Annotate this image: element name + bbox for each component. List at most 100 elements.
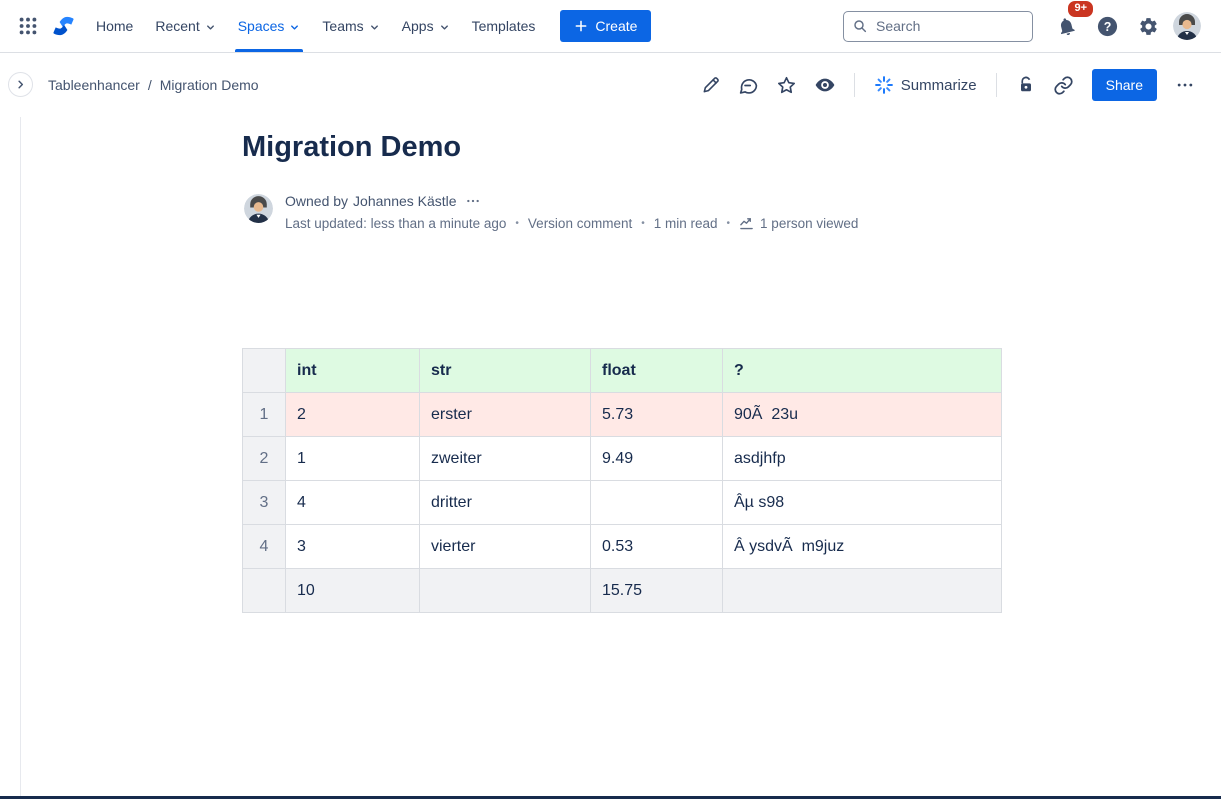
table-cell: 2 (286, 393, 420, 437)
chevron-down-icon (289, 22, 300, 33)
page-toolbar: Tableenhancer / Migration Demo (0, 53, 1221, 117)
table-row: 3 4 dritter Âµ s98 (243, 481, 1002, 525)
nav-item-templates[interactable]: Templates (461, 0, 547, 52)
table-cell: vierter (420, 525, 591, 569)
table-cell: dritter (420, 481, 591, 525)
owner-more-button[interactable] (466, 194, 480, 208)
table-cell: Â ysdvÃ m9juz (723, 525, 1002, 569)
star-icon (776, 75, 797, 96)
nav-item-label: Recent (155, 18, 199, 34)
owned-by-label: Owned by (285, 193, 348, 209)
search-box (843, 11, 1033, 42)
notifications-button[interactable]: 9+ (1050, 10, 1082, 42)
chevron-down-icon (369, 22, 380, 33)
create-button-label: Create (595, 18, 637, 34)
table-row: 4 3 vierter 0.53 Â ysdvÃ m9juz (243, 525, 1002, 569)
breadcrumb-separator: / (148, 77, 152, 93)
unlock-icon (1016, 75, 1036, 95)
table-cell (591, 481, 723, 525)
search-input[interactable] (843, 11, 1033, 42)
table-cell: 4 (286, 481, 420, 525)
summarize-button[interactable]: Summarize (868, 69, 983, 101)
row-number (243, 569, 286, 613)
comment-button[interactable] (733, 69, 765, 101)
table-header-row: int str float ? (243, 349, 1002, 393)
plus-icon (574, 19, 588, 33)
version-comment-text: Version comment (528, 216, 632, 231)
table-cell: 10 (286, 569, 420, 613)
restrictions-button[interactable] (1010, 69, 1042, 101)
table-cell: zweiter (420, 437, 591, 481)
analytics-views[interactable]: 1 person viewed (739, 216, 858, 231)
more-actions-button[interactable] (1169, 69, 1201, 101)
top-navigation: Home Recent Spaces Teams (0, 0, 1221, 53)
analytics-chart-icon (739, 216, 754, 231)
table-cell: erster (420, 393, 591, 437)
table-summary-row: 10 15.75 (243, 569, 1002, 613)
copy-link-button[interactable] (1048, 69, 1080, 101)
question-icon: ? (1096, 15, 1119, 38)
ellipsis-icon (1175, 75, 1195, 95)
notifications-badge: 9+ (1066, 0, 1095, 19)
row-number: 2 (243, 437, 286, 481)
user-avatar[interactable] (1173, 12, 1201, 40)
settings-button[interactable] (1132, 10, 1164, 42)
page-actions: Summarize (695, 69, 1201, 101)
read-time-text: 1 min read (654, 216, 718, 231)
byline-text: Owned by Johannes Kästle Last updated: l… (285, 194, 858, 231)
nav-item-label: Apps (402, 18, 434, 34)
app-switcher-icon[interactable] (12, 10, 44, 42)
chevron-down-icon (205, 22, 216, 33)
nav-right: 9+ ? (843, 10, 1201, 42)
ai-sparkle-icon (874, 75, 894, 95)
edit-button[interactable] (695, 69, 727, 101)
watch-button[interactable] (809, 69, 841, 101)
breadcrumb-space-link[interactable]: Tableenhancer (48, 77, 140, 93)
row-number: 3 (243, 481, 286, 525)
table-row: 1 2 erster 5.73 90Ã 23u (243, 393, 1002, 437)
comment-icon (738, 75, 759, 96)
table-cell (420, 569, 591, 613)
table-cell: 90Ã 23u (723, 393, 1002, 437)
chevron-down-icon (439, 22, 450, 33)
summarize-label: Summarize (901, 77, 977, 94)
nav-item-label: Spaces (238, 18, 285, 34)
nav-item-recent[interactable]: Recent (144, 0, 226, 52)
table-cell: asdjhfp (723, 437, 1002, 481)
confluence-logo-icon[interactable] (50, 13, 77, 39)
nav-item-label: Home (96, 18, 133, 34)
row-number: 1 (243, 393, 286, 437)
byline: Owned by Johannes Kästle Last updated: l… (244, 194, 858, 231)
star-button[interactable] (771, 69, 803, 101)
help-button[interactable]: ? (1091, 10, 1123, 42)
create-button[interactable]: Create (560, 10, 651, 42)
last-updated-text: Last updated: less than a minute ago (285, 216, 506, 231)
meta-separator: • (515, 218, 519, 229)
table-cell: 0.53 (591, 525, 723, 569)
table-cell: Âµ s98 (723, 481, 1002, 525)
page-title: Migration Demo (242, 131, 461, 164)
pencil-icon (701, 75, 721, 95)
nav-item-spaces[interactable]: Spaces (227, 0, 312, 52)
content-table: int str float ? 1 2 erster 5.73 90Ã 23u … (242, 348, 1002, 613)
nav-item-label: Teams (322, 18, 363, 34)
views-text: 1 person viewed (760, 216, 858, 231)
nav-item-home[interactable]: Home (85, 0, 144, 52)
breadcrumb: Tableenhancer / Migration Demo (48, 77, 259, 93)
nav-item-label: Templates (472, 18, 536, 34)
svg-text:?: ? (1103, 20, 1111, 34)
owner-avatar[interactable] (244, 194, 273, 223)
table-row: 2 1 zweiter 9.49 asdjhfp (243, 437, 1002, 481)
row-number: 4 (243, 525, 286, 569)
breadcrumb-page-link[interactable]: Migration Demo (160, 77, 259, 93)
table-cell: 9.49 (591, 437, 723, 481)
nav-item-teams[interactable]: Teams (311, 0, 390, 52)
column-header: ? (723, 349, 1002, 393)
sidebar-expand-button[interactable] (8, 72, 33, 97)
owner-name-link[interactable]: Johannes Kästle (353, 193, 457, 209)
table-cell: 3 (286, 525, 420, 569)
meta-separator: • (641, 218, 645, 229)
nav-item-apps[interactable]: Apps (391, 0, 461, 52)
share-button[interactable]: Share (1092, 69, 1157, 101)
divider (854, 73, 855, 97)
